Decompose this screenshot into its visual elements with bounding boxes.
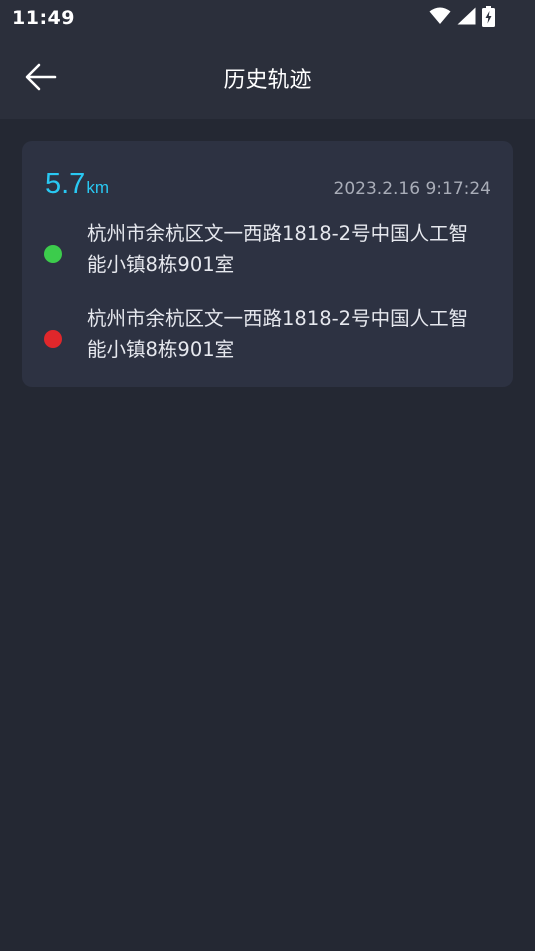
trip-distance: 5.7 km bbox=[45, 168, 109, 201]
trip-timestamp: 2023.2.16 9:17:24 bbox=[333, 179, 491, 199]
status-time: 11:49 bbox=[12, 7, 75, 29]
status-bar: 11:49 bbox=[0, 0, 535, 38]
end-address: 杭州市余杭区文一西路1818-2号中国人工智能小镇8栋901室 bbox=[87, 307, 469, 361]
page-title: 历史轨迹 bbox=[223, 68, 312, 93]
app-header: 历史轨迹 bbox=[0, 38, 535, 119]
start-address: 杭州市余杭区文一西路1818-2号中国人工智能小镇8栋901室 bbox=[87, 222, 469, 276]
trip-card[interactable]: 5.7 km 2023.2.16 9:17:24 杭州市余杭区文一西路1818-… bbox=[22, 141, 513, 387]
distance-unit: km bbox=[86, 178, 109, 197]
start-dot-icon bbox=[44, 245, 62, 263]
battery-charging-icon bbox=[482, 5, 495, 31]
distance-value: 5.7 bbox=[45, 168, 86, 200]
wifi-icon bbox=[429, 7, 451, 29]
end-dot-icon bbox=[44, 330, 62, 348]
cellular-signal-icon bbox=[457, 7, 476, 29]
status-icons bbox=[429, 5, 495, 31]
